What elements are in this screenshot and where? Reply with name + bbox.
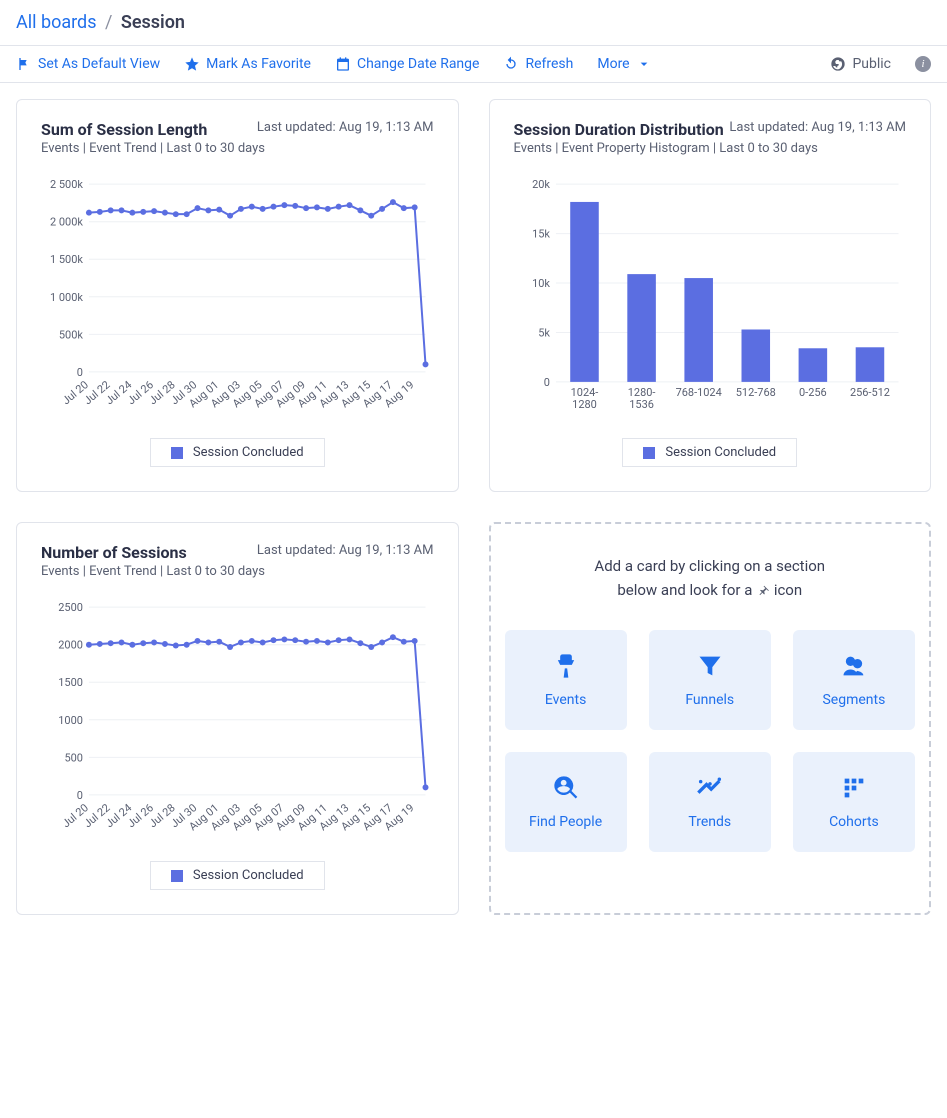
breadcrumb-all-boards[interactable]: All boards: [16, 12, 97, 33]
add-events-card[interactable]: Events: [505, 630, 627, 730]
add-trends-card[interactable]: Trends: [649, 752, 771, 852]
legend-label: Session Concluded: [193, 868, 304, 883]
legend-label: Session Concluded: [193, 445, 304, 460]
refresh-icon: [503, 56, 519, 72]
breadcrumb-sep: /: [105, 12, 112, 33]
svg-text:256-512: 256-512: [849, 386, 889, 399]
card-updated: Last updated: Aug 19, 1:13 AM: [257, 543, 434, 558]
placeholder-line2b: icon: [774, 581, 802, 599]
svg-text:2 500k: 2 500k: [50, 178, 83, 191]
daterange-label: Change Date Range: [357, 56, 479, 72]
favorite-label: Mark As Favorite: [206, 56, 311, 72]
svg-text:10k: 10k: [532, 277, 550, 290]
breadcrumb: All boards / Session: [16, 12, 931, 33]
cohorts-label: Cohorts: [829, 814, 879, 830]
card-updated: Last updated: Aug 19, 1:13 AM: [257, 120, 434, 135]
funnel-icon: [696, 652, 724, 680]
set-default-view-button[interactable]: Set As Default View: [16, 56, 160, 72]
find-label: Find People: [529, 814, 602, 830]
legend-swatch: [171, 447, 183, 459]
more-button[interactable]: More: [597, 56, 651, 72]
svg-text:512-768: 512-768: [735, 386, 775, 399]
refresh-button[interactable]: Refresh: [503, 56, 573, 72]
card-title: Number of Sessions: [41, 543, 187, 562]
header: All boards / Session: [0, 0, 947, 45]
svg-text:500: 500: [64, 751, 83, 764]
segments-icon: [840, 652, 868, 680]
card-subtitle: Events | Event Trend | Last 0 to 30 days: [41, 141, 434, 156]
svg-text:5k: 5k: [538, 326, 550, 339]
legend-swatch: [171, 870, 183, 882]
info-icon[interactable]: i: [915, 56, 931, 72]
svg-text:1280: 1280: [572, 398, 597, 411]
svg-text:2000: 2000: [58, 639, 83, 652]
line-chart-num: 05001000150020002500Jul 20Jul 22Jul 24Ju…: [41, 599, 434, 839]
placeholder-text: Add a card by clicking on a section belo…: [505, 554, 916, 602]
svg-text:1536: 1536: [629, 398, 654, 411]
card-number-sessions[interactable]: Number of Sessions Last updated: Aug 19,…: [16, 522, 459, 915]
card-subtitle: Events | Event Property Histogram | Last…: [514, 141, 907, 156]
svg-text:1000: 1000: [58, 714, 83, 727]
add-card-placeholder: Add a card by clicking on a section belo…: [489, 522, 932, 915]
dashboard: Sum of Session Length Last updated: Aug …: [0, 83, 947, 931]
funnels-label: Funnels: [685, 692, 734, 708]
card-sum-session-length[interactable]: Sum of Session Length Last updated: Aug …: [16, 99, 459, 492]
mark-favorite-button[interactable]: Mark As Favorite: [184, 56, 311, 72]
toolbar: Set As Default View Mark As Favorite Cha…: [0, 45, 947, 83]
calendar-icon: [335, 56, 351, 72]
card-updated: Last updated: Aug 19, 1:13 AM: [729, 120, 906, 135]
placeholder-line1: Add a card by clicking on a section: [594, 557, 825, 575]
svg-text:2 000k: 2 000k: [50, 216, 83, 229]
events-icon: [552, 652, 580, 680]
bar-chart-dist: 05k10k15k20k1024-12801280-1536768-102451…: [514, 176, 907, 416]
legend: Session Concluded: [150, 438, 325, 467]
flag-icon: [16, 56, 32, 72]
svg-text:2500: 2500: [58, 601, 83, 614]
public-label: Public: [852, 56, 891, 72]
card-subtitle: Events | Event Trend | Last 0 to 30 days: [41, 564, 434, 579]
globe-icon: [830, 56, 846, 72]
refresh-label: Refresh: [525, 56, 573, 72]
events-label: Events: [545, 692, 586, 708]
breadcrumb-current: Session: [121, 12, 185, 33]
placeholder-line2a: below and look for a: [617, 581, 756, 599]
change-date-range-button[interactable]: Change Date Range: [335, 56, 479, 72]
svg-text:1 000k: 1 000k: [50, 291, 83, 304]
chevron-down-icon: [636, 56, 652, 72]
card-title: Sum of Session Length: [41, 120, 207, 139]
public-button[interactable]: Public: [830, 56, 891, 72]
cohorts-icon: [840, 774, 868, 802]
svg-text:1 500k: 1 500k: [50, 253, 83, 266]
svg-text:0: 0: [543, 376, 549, 389]
svg-text:1500: 1500: [58, 676, 83, 689]
card-title: Session Duration Distribution: [514, 120, 724, 139]
legend-label: Session Concluded: [665, 445, 776, 460]
svg-text:0: 0: [77, 789, 83, 802]
find-people-icon: [552, 774, 580, 802]
line-chart-sum: 0500k1 000k1 500k2 000k2 500kJul 20Jul 2…: [41, 176, 434, 416]
set-default-label: Set As Default View: [38, 56, 160, 72]
svg-text:15k: 15k: [532, 228, 550, 241]
add-find-people-card[interactable]: Find People: [505, 752, 627, 852]
svg-text:500k: 500k: [59, 328, 83, 341]
svg-text:0: 0: [77, 366, 83, 379]
add-cohorts-card[interactable]: Cohorts: [793, 752, 915, 852]
legend: Session Concluded: [622, 438, 797, 467]
svg-text:20k: 20k: [532, 178, 550, 191]
pin-icon: [756, 584, 770, 598]
legend-swatch: [643, 447, 655, 459]
svg-text:0-256: 0-256: [799, 386, 827, 399]
add-segments-card[interactable]: Segments: [793, 630, 915, 730]
trends-label: Trends: [688, 814, 731, 830]
star-icon: [184, 56, 200, 72]
add-funnels-card[interactable]: Funnels: [649, 630, 771, 730]
more-label: More: [597, 56, 629, 72]
trends-icon: [696, 774, 724, 802]
card-session-duration-dist[interactable]: Session Duration Distribution Last updat…: [489, 99, 932, 492]
svg-text:768-1024: 768-1024: [675, 386, 721, 399]
segments-label: Segments: [822, 692, 885, 708]
legend: Session Concluded: [150, 861, 325, 890]
